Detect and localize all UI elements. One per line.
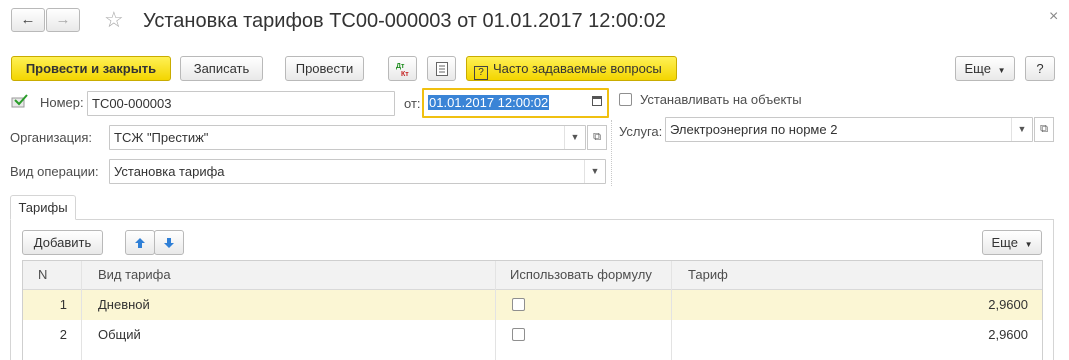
more-label: Еще (964, 61, 991, 76)
post-button[interactable]: Провести (285, 56, 364, 81)
row-use-formula-checkbox[interactable] (512, 328, 525, 341)
table-more-label: Еще (991, 235, 1018, 250)
col-header-type[interactable]: Вид тарифа (98, 261, 171, 289)
service-dropdown-icon[interactable]: ▼ (1011, 118, 1032, 141)
table-row[interactable]: 2 Общий 2,9600 (23, 320, 1042, 350)
operation-value: Установка тарифа (114, 164, 225, 179)
back-button[interactable]: ← (11, 8, 45, 32)
org-value: ТСЖ "Престиж" (114, 130, 209, 145)
post-and-close-button[interactable]: Провести и закрыть (11, 56, 171, 81)
row-type: Общий (98, 327, 141, 342)
close-icon[interactable]: × (1049, 8, 1058, 26)
table-header: N Вид тарифа Использовать формулу Тариф (23, 261, 1042, 290)
date-value: 01.01.2017 12:00:02 (428, 95, 550, 110)
column-splitter (611, 120, 612, 186)
operation-label: Вид операции: (10, 164, 99, 179)
tab-tariffs[interactable]: Тарифы (10, 195, 76, 220)
arrow-up-icon (135, 238, 145, 248)
col-divider (81, 261, 82, 360)
org-label: Организация: (10, 130, 93, 145)
table-row[interactable]: 1 Дневной 2,9600 (23, 290, 1042, 320)
number-field[interactable]: ТС00-000003 (87, 91, 395, 116)
install-on-objects-label: Устанавливать на объекты (640, 92, 802, 107)
org-field[interactable]: ТСЖ "Престиж" ▼ (109, 125, 586, 150)
number-value: ТС00-000003 (92, 96, 172, 111)
col-divider (495, 261, 496, 360)
row-n: 2 (59, 327, 67, 342)
service-label: Услуга: (619, 124, 663, 139)
dt-kt-icon: Дт Кт (396, 63, 409, 78)
tab-tariffs-label: Тарифы (18, 200, 68, 215)
row-n: 1 (59, 297, 67, 312)
org-open-button[interactable]: ⧉ (587, 125, 607, 150)
more-button[interactable]: Еще ▼ (955, 56, 1015, 81)
org-dropdown-icon[interactable]: ▼ (564, 126, 585, 149)
col-header-n[interactable]: N (38, 261, 47, 289)
service-value: Электроэнергия по норме 2 (670, 122, 838, 137)
save-button[interactable]: Записать (180, 56, 263, 81)
faq-button[interactable]: ? Часто задаваемые вопросы (466, 56, 677, 81)
date-field[interactable]: 01.01.2017 12:00:02 (422, 88, 609, 118)
move-down-button[interactable] (154, 230, 184, 255)
svg-text:Дт: Дт (396, 63, 405, 70)
arrow-left-icon: ← (20, 11, 36, 28)
arrow-right-icon: → (55, 11, 71, 28)
forward-button[interactable]: → (46, 8, 80, 32)
help-button[interactable]: ? (1025, 56, 1055, 81)
row-tariff: 2,9600 (988, 327, 1028, 342)
service-field[interactable]: Электроэнергия по норме 2 ▼ (665, 117, 1033, 142)
add-button[interactable]: Добавить (22, 230, 103, 255)
faq-label: Часто задаваемые вопросы (493, 61, 662, 76)
help-box-icon: ? (474, 66, 488, 80)
row-use-formula-checkbox[interactable] (512, 298, 525, 311)
col-divider (671, 261, 672, 360)
svg-text:Кт: Кт (401, 71, 409, 78)
move-up-button[interactable] (125, 230, 155, 255)
page-title: Установка тарифов ТС00-000003 от 01.01.2… (143, 10, 666, 32)
chevron-down-icon: ▼ (997, 66, 1006, 75)
calendar-icon[interactable] (592, 96, 602, 106)
tariff-table: N Вид тарифа Использовать формулу Тариф … (22, 260, 1043, 360)
arrow-down-icon (164, 238, 174, 248)
report-button[interactable] (427, 56, 456, 81)
col-header-use-formula[interactable]: Использовать формулу (510, 261, 652, 289)
row-tariff: 2,9600 (988, 297, 1028, 312)
operation-dropdown-icon[interactable]: ▼ (584, 160, 605, 183)
table-chevron-down-icon: ▼ (1024, 240, 1033, 249)
table-more-button[interactable]: Еще ▼ (982, 230, 1042, 255)
favorite-star-icon[interactable]: ☆ (104, 7, 124, 33)
col-header-tariff[interactable]: Тариф (688, 261, 728, 289)
dt-kt-button[interactable]: Дт Кт (388, 56, 417, 81)
install-on-objects-checkbox[interactable] (619, 93, 632, 106)
document-icon (435, 62, 448, 76)
row-type: Дневной (98, 297, 150, 312)
operation-field[interactable]: Установка тарифа ▼ (109, 159, 606, 184)
service-open-button[interactable]: ⧉ (1034, 117, 1054, 142)
posted-check-icon (11, 94, 28, 108)
date-label: от: (404, 96, 421, 111)
number-label: Номер: (40, 95, 84, 110)
